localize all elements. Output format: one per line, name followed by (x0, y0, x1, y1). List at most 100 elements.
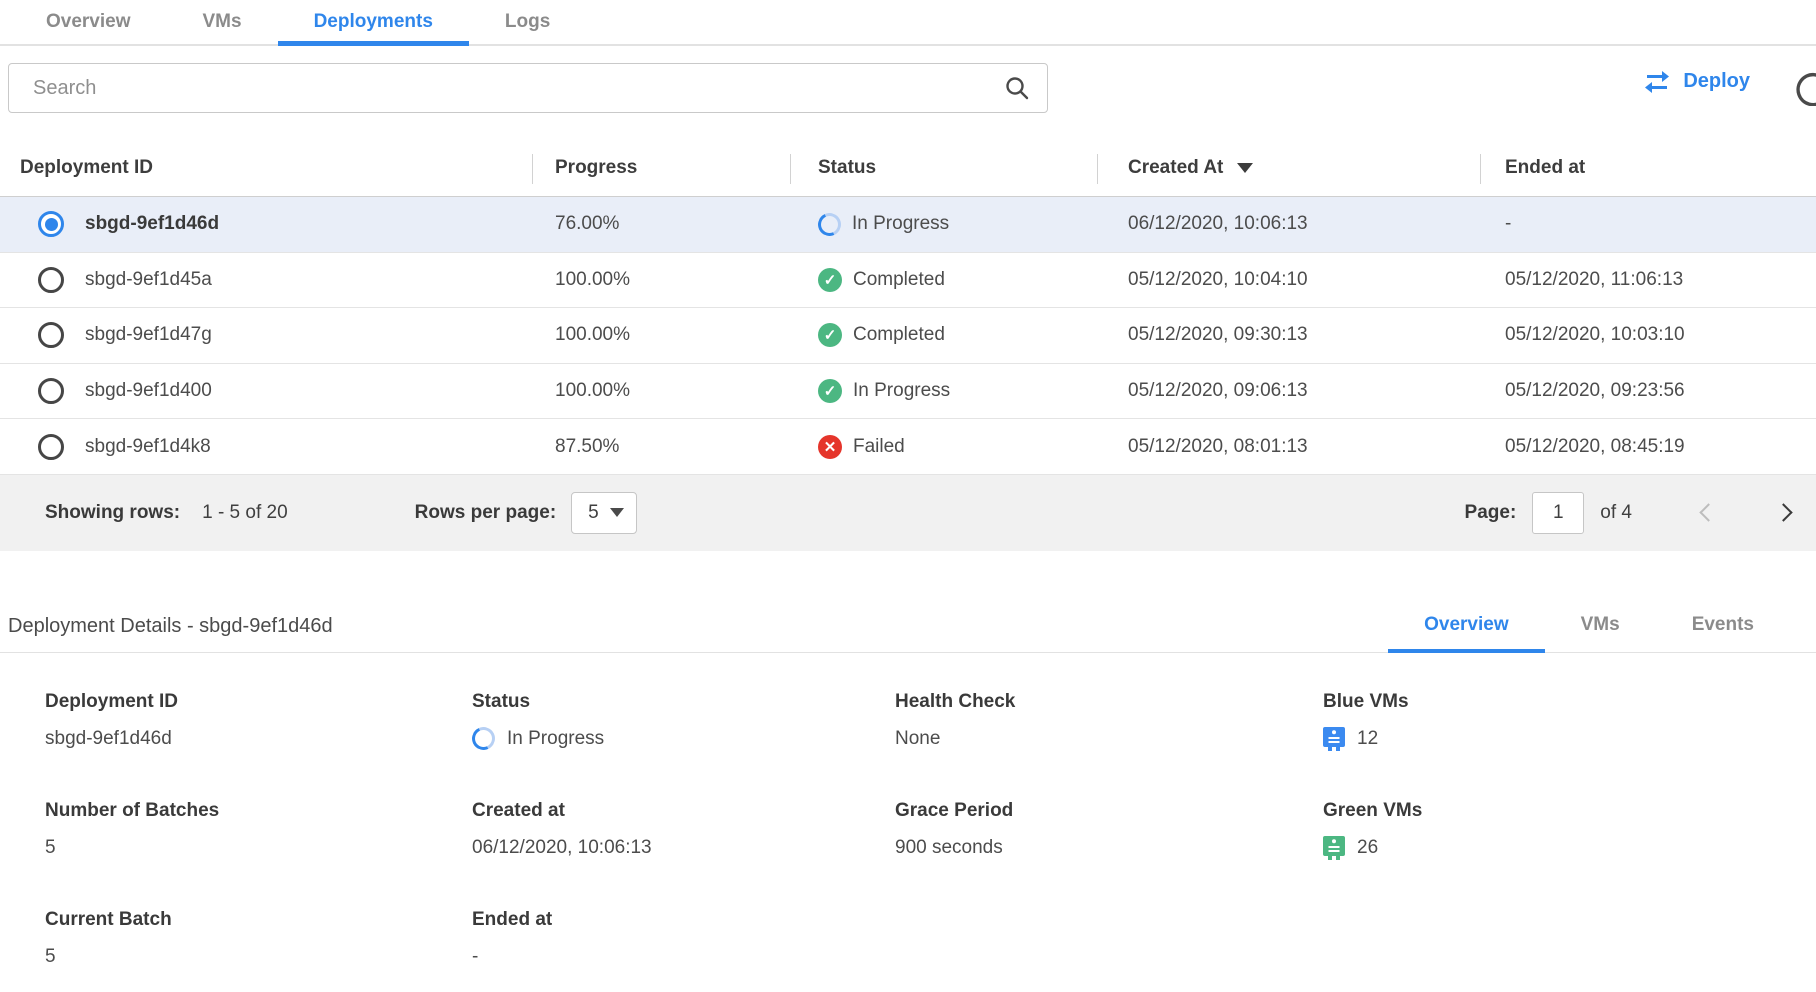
detail-field-label: Health Check (895, 691, 1323, 713)
detail-field-label: Deployment ID (45, 691, 472, 713)
progress-cell: 100.00% (532, 324, 790, 346)
search-input[interactable] (8, 63, 1048, 113)
created-at-cell: 06/12/2020, 10:06:13 (1097, 213, 1480, 235)
ended-at-cell: 05/12/2020, 08:45:19 (1480, 436, 1816, 458)
created-at-cell: 05/12/2020, 09:30:13 (1097, 324, 1480, 346)
detail-field: Blue VMs 12 (1323, 691, 1816, 752)
table-row[interactable]: sbgd-9ef1d400 100.00% In Progress 05/12/… (0, 364, 1816, 420)
column-header-progress[interactable]: Progress (532, 140, 790, 196)
page-total: of 4 (1600, 502, 1632, 524)
deployment-id-cell: sbgd-9ef1d45a (85, 269, 212, 291)
created-at-cell: 05/12/2020, 10:04:10 (1097, 269, 1480, 291)
detail-field: Health Check None (895, 691, 1323, 752)
status-text: In Progress (852, 213, 949, 235)
ended-at-cell: 05/12/2020, 11:06:13 (1480, 269, 1816, 291)
progress-cell: 87.50% (532, 436, 790, 458)
deployment-id-cell: sbgd-9ef1d46d (85, 213, 219, 235)
status-cell: Completed (790, 268, 1097, 292)
detail-field: Status In Progress (472, 691, 895, 752)
column-header-deployment-id[interactable]: Deployment ID (0, 140, 532, 196)
status-text: Completed (853, 324, 945, 346)
page-number-input[interactable] (1532, 492, 1584, 534)
table-header-row: Deployment ID Progress Status Created At… (0, 140, 1816, 197)
deployment-id-cell: sbgd-9ef1d400 (85, 380, 212, 402)
status-cell: In Progress (790, 379, 1097, 403)
spinner-icon (469, 724, 498, 753)
deployment-details-section: Deployment Details - sbgd-9ef1d46d Overv… (0, 591, 1816, 970)
detail-field-value: 06/12/2020, 10:06:13 (472, 837, 652, 859)
toolbar: Deploy (0, 46, 1816, 140)
ended-at-cell: - (1480, 213, 1816, 235)
status-icon (818, 268, 842, 292)
details-tab-bar: Overview VMs Events (1388, 614, 1790, 652)
radio-button[interactable] (38, 322, 64, 348)
detail-field-value: sbgd-9ef1d46d (45, 728, 172, 750)
table-row[interactable]: sbgd-9ef1d45a 100.00% Completed 05/12/20… (0, 253, 1816, 309)
table-body: sbgd-9ef1d46d 76.00% In Progress 06/12/2… (0, 197, 1816, 475)
deploy-swap-arrows-icon (1643, 71, 1671, 93)
detail-field-label: Status (472, 691, 895, 713)
detail-field-label: Current Batch (45, 909, 472, 931)
table-footer: Showing rows: 1 - 5 of 20 Rows per page:… (0, 475, 1816, 551)
column-header-created-at[interactable]: Created At (1097, 140, 1480, 196)
table-row[interactable]: sbgd-9ef1d46d 76.00% In Progress 06/12/2… (0, 197, 1816, 253)
status-icon (818, 379, 842, 403)
details-tab-vms[interactable]: VMs (1545, 614, 1656, 652)
detail-field-label: Grace Period (895, 800, 1323, 822)
radio-button[interactable] (38, 211, 64, 237)
progress-cell: 100.00% (532, 380, 790, 402)
next-page-icon[interactable] (1774, 504, 1792, 522)
detail-field-label: Blue VMs (1323, 691, 1816, 713)
deployments-table: Deployment ID Progress Status Created At… (0, 140, 1816, 551)
rows-per-page-select[interactable]: 5 (571, 492, 637, 534)
details-tab-overview[interactable]: Overview (1388, 614, 1545, 652)
detail-field-value: - (472, 946, 478, 968)
tab-overview[interactable]: Overview (10, 0, 167, 44)
tab-label: Logs (505, 11, 550, 33)
radio-button[interactable] (38, 378, 64, 404)
detail-field-value: 900 seconds (895, 837, 1003, 859)
tab-label: Events (1692, 614, 1754, 635)
refresh-icon[interactable] (1795, 70, 1816, 106)
search-box (8, 63, 1048, 113)
deploy-button[interactable]: Deploy (1643, 70, 1750, 93)
column-header-ended-at[interactable]: Ended at (1480, 140, 1816, 196)
tab-logs[interactable]: Logs (469, 0, 586, 44)
rows-per-page-label: Rows per page: (415, 502, 556, 524)
showing-rows-value: 1 - 5 of 20 (202, 502, 288, 524)
detail-field-value: 26 (1357, 837, 1378, 859)
detail-field: Green VMs 26 (1323, 800, 1816, 861)
tab-label: Overview (46, 11, 131, 33)
radio-button[interactable] (38, 434, 64, 460)
vm-blue-icon (1323, 727, 1345, 751)
table-row[interactable]: sbgd-9ef1d47g 100.00% Completed 05/12/20… (0, 308, 1816, 364)
detail-field-value: 12 (1357, 728, 1378, 750)
tab-deployments[interactable]: Deployments (278, 0, 469, 44)
tab-label: VMs (1581, 614, 1620, 635)
detail-field-value: 5 (45, 946, 56, 968)
detail-field-value: In Progress (507, 728, 604, 750)
detail-field-label: Green VMs (1323, 800, 1816, 822)
detail-field-value: None (895, 728, 940, 750)
detail-field-label: Created at (472, 800, 895, 822)
previous-page-icon[interactable] (1699, 504, 1717, 522)
progress-cell: 76.00% (532, 213, 790, 235)
status-icon (815, 210, 844, 239)
details-tab-events[interactable]: Events (1656, 614, 1790, 652)
detail-field: Number of Batches 5 (45, 800, 472, 861)
vm-icon (1323, 727, 1345, 751)
radio-button[interactable] (38, 267, 64, 293)
vm-green-icon (1323, 836, 1345, 860)
tab-label: VMs (203, 11, 242, 33)
status-cell: Completed (790, 323, 1097, 347)
status-cell: Failed (790, 435, 1097, 459)
column-header-status[interactable]: Status (790, 140, 1097, 196)
detail-field: Deployment ID sbgd-9ef1d46d (45, 691, 472, 752)
tab-vms[interactable]: VMs (167, 0, 278, 44)
table-row[interactable]: sbgd-9ef1d4k8 87.50% Failed 05/12/2020, … (0, 419, 1816, 475)
column-divider (1480, 154, 1481, 184)
status-icon (818, 323, 842, 347)
column-divider (790, 154, 791, 184)
detail-field-label: Number of Batches (45, 800, 472, 822)
tab-label: Deployments (314, 11, 433, 33)
